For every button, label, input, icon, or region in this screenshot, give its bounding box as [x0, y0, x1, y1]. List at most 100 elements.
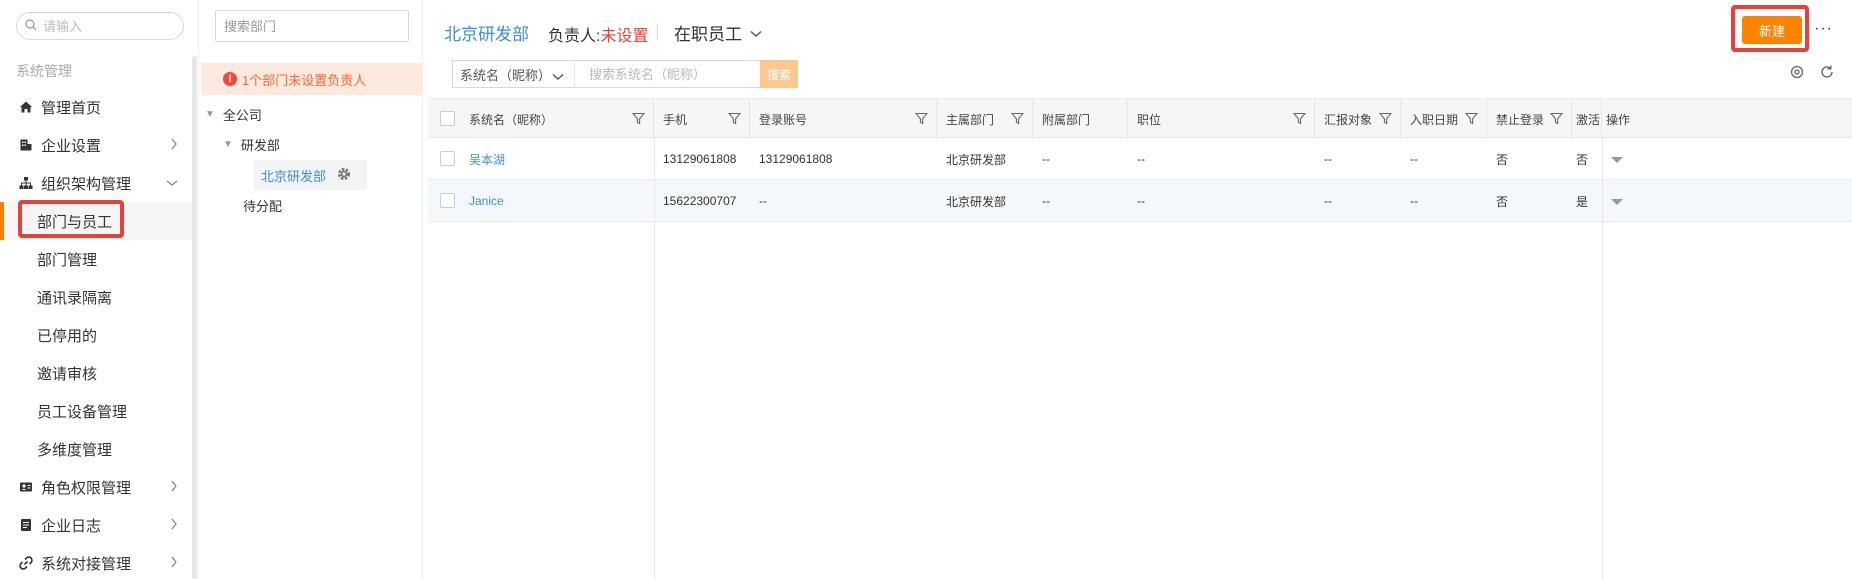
filter-icon[interactable]: [1464, 112, 1479, 128]
sidebar-item-label: 员工设备管理: [37, 403, 128, 421]
warning-icon: !: [223, 72, 237, 86]
warning-text: 1个部门未设置负责人: [242, 72, 367, 88]
sidebar-item-device-management[interactable]: 员工设备管理: [0, 392, 192, 430]
sidebar-item-enterprise-settings[interactable]: 企业设置: [0, 126, 192, 164]
sidebar-item-label: 管理首页: [41, 99, 102, 117]
cell-phone: 13129061808: [663, 152, 737, 166]
refresh-icon[interactable]: [1818, 63, 1836, 81]
cell-report-to: --: [1324, 194, 1332, 208]
sidebar-item-label: 通讯录隔离: [37, 289, 113, 307]
table-row[interactable]: 吴本湖 13129061808 13129061808 北京研发部 -- -- …: [428, 138, 1852, 180]
chevron-right-icon: [170, 138, 178, 153]
sidebar-search[interactable]: [16, 12, 184, 40]
log-icon: [18, 517, 34, 533]
sidebar-item-invite-review[interactable]: 邀请审核: [0, 354, 192, 392]
column-header-label: 操作: [1606, 112, 1631, 127]
sidebar-item-system-integration[interactable]: 系统对接管理: [0, 544, 192, 579]
row-actions-caret-icon[interactable]: [1611, 199, 1623, 205]
tree-node-rnd[interactable]: ▼ 研发部: [223, 135, 280, 154]
column-header-label: 汇报对象: [1324, 112, 1373, 127]
cell-activated: 否: [1576, 152, 1589, 167]
gear-icon[interactable]: [336, 166, 352, 185]
chevron-down-icon: [750, 23, 762, 43]
sidebar-item-contact-isolation[interactable]: 通讯录隔离: [0, 278, 192, 316]
cell-name[interactable]: Janice: [460, 180, 504, 222]
caret-down-icon[interactable]: ▼: [205, 109, 215, 120]
tree-node-label: 待分配: [243, 199, 283, 214]
chevron-right-icon: [170, 556, 178, 571]
more-button[interactable]: ···: [1814, 20, 1833, 38]
app: 系统管理 管理首页 企业设置 组织架构: [0, 0, 1852, 579]
column-header-secondary-dept[interactable]: 附属部门: [1033, 99, 1128, 139]
filter-icon[interactable]: [631, 112, 646, 128]
cell-login-account: 13129061808: [759, 152, 833, 166]
column-header-primary-dept[interactable]: 主属部门: [937, 99, 1033, 139]
dept-warning-banner: ! 1个部门未设置负责人: [201, 63, 422, 95]
staff-status-dropdown[interactable]: 在职员工: [674, 20, 762, 45]
column-header-label: 主属部门: [946, 112, 995, 127]
sidebar-search-input[interactable]: [43, 18, 173, 34]
sidebar-item-dept-management[interactable]: 部门管理: [0, 240, 192, 278]
cell-login-disabled: 否: [1496, 194, 1509, 209]
row-checkbox[interactable]: [440, 193, 455, 208]
row-checkbox[interactable]: [440, 151, 455, 166]
cell-activated: 是: [1576, 194, 1589, 209]
link-icon: [18, 555, 34, 571]
column-header-label: 系统名（昵称）: [469, 112, 554, 127]
cell-phone: 15622300707: [663, 194, 737, 208]
home-icon: [18, 99, 34, 115]
filter-icon[interactable]: [1010, 112, 1025, 128]
column-header-activated[interactable]: 激活: [1572, 99, 1602, 139]
tree-node-beijing-rnd[interactable]: 北京研发部: [254, 160, 367, 190]
column-header-position[interactable]: 职位: [1128, 99, 1315, 139]
column-header-name[interactable]: 系统名（昵称）: [460, 99, 654, 139]
filter-icon[interactable]: [1549, 112, 1564, 128]
filter-icon[interactable]: [914, 112, 929, 128]
org-chart-icon: [18, 175, 34, 191]
column-header-phone[interactable]: 手机: [654, 99, 750, 139]
owner-value[interactable]: 未设置: [600, 28, 648, 45]
sidebar-item-multi-dimension[interactable]: 多维度管理: [0, 430, 192, 468]
filter-icon[interactable]: [1292, 112, 1307, 128]
filter-icon[interactable]: [1378, 112, 1393, 128]
dept-search-input[interactable]: [216, 11, 408, 41]
id-card-icon: [18, 479, 34, 495]
tree-node-label: 研发部: [240, 138, 280, 153]
column-header-login-disabled[interactable]: 禁止登录: [1487, 99, 1572, 139]
search-field-select[interactable]: 系统名（昵称）: [452, 60, 574, 88]
sidebar-scrollbar[interactable]: [192, 56, 197, 579]
cell-position: --: [1137, 194, 1145, 208]
dept-search[interactable]: [215, 10, 409, 42]
column-header-report-to[interactable]: 汇报对象: [1315, 99, 1401, 139]
select-all-checkbox[interactable]: [440, 111, 455, 126]
sidebar-item-role-permissions[interactable]: 角色权限管理: [0, 468, 192, 506]
sidebar-item-org-structure[interactable]: 组织架构管理: [0, 164, 192, 202]
cell-report-to: --: [1324, 152, 1332, 166]
sidebar-item-label: 角色权限管理: [41, 479, 132, 497]
sidebar-item-home[interactable]: 管理首页: [0, 88, 192, 126]
highlight-box-new-button: [1731, 5, 1809, 52]
owner-label: 负责人:: [548, 28, 601, 45]
sidebar-item-enterprise-log[interactable]: 企业日志: [0, 506, 192, 544]
dept-owner: 负责人:未设置: [548, 22, 648, 46]
cell-name[interactable]: 吴本湖: [460, 138, 505, 180]
table-row[interactable]: Janice 15622300707 -- 北京研发部 -- -- -- -- …: [428, 180, 1852, 222]
filter-icon[interactable]: [727, 112, 742, 128]
tree-node-unassigned[interactable]: 待分配: [243, 196, 282, 215]
settings-icon[interactable]: [1788, 63, 1806, 81]
sidebar-item-deactivated[interactable]: 已停用的: [0, 316, 192, 354]
caret-down-icon[interactable]: ▼: [223, 139, 233, 150]
table-header: 系统名（昵称） 手机 登录账号 主属部门 附属部门 职位 汇报对象 入职日期 禁…: [428, 98, 1852, 139]
tree-node-company[interactable]: ▼ 全公司: [205, 105, 262, 124]
name-search-input[interactable]: [575, 61, 760, 87]
column-header-login-account[interactable]: 登录账号: [750, 99, 937, 139]
column-header-label: 附属部门: [1042, 112, 1091, 127]
column-header-hire-date[interactable]: 入职日期: [1401, 99, 1487, 139]
cell-hire-date: --: [1410, 194, 1418, 208]
cell-primary-dept: 北京研发部: [946, 152, 1007, 167]
search-icon: [25, 18, 37, 34]
column-header-label: 职位: [1137, 112, 1162, 127]
name-search[interactable]: [575, 60, 760, 88]
row-actions-caret-icon[interactable]: [1611, 157, 1623, 163]
search-button[interactable]: 搜索: [760, 60, 798, 88]
